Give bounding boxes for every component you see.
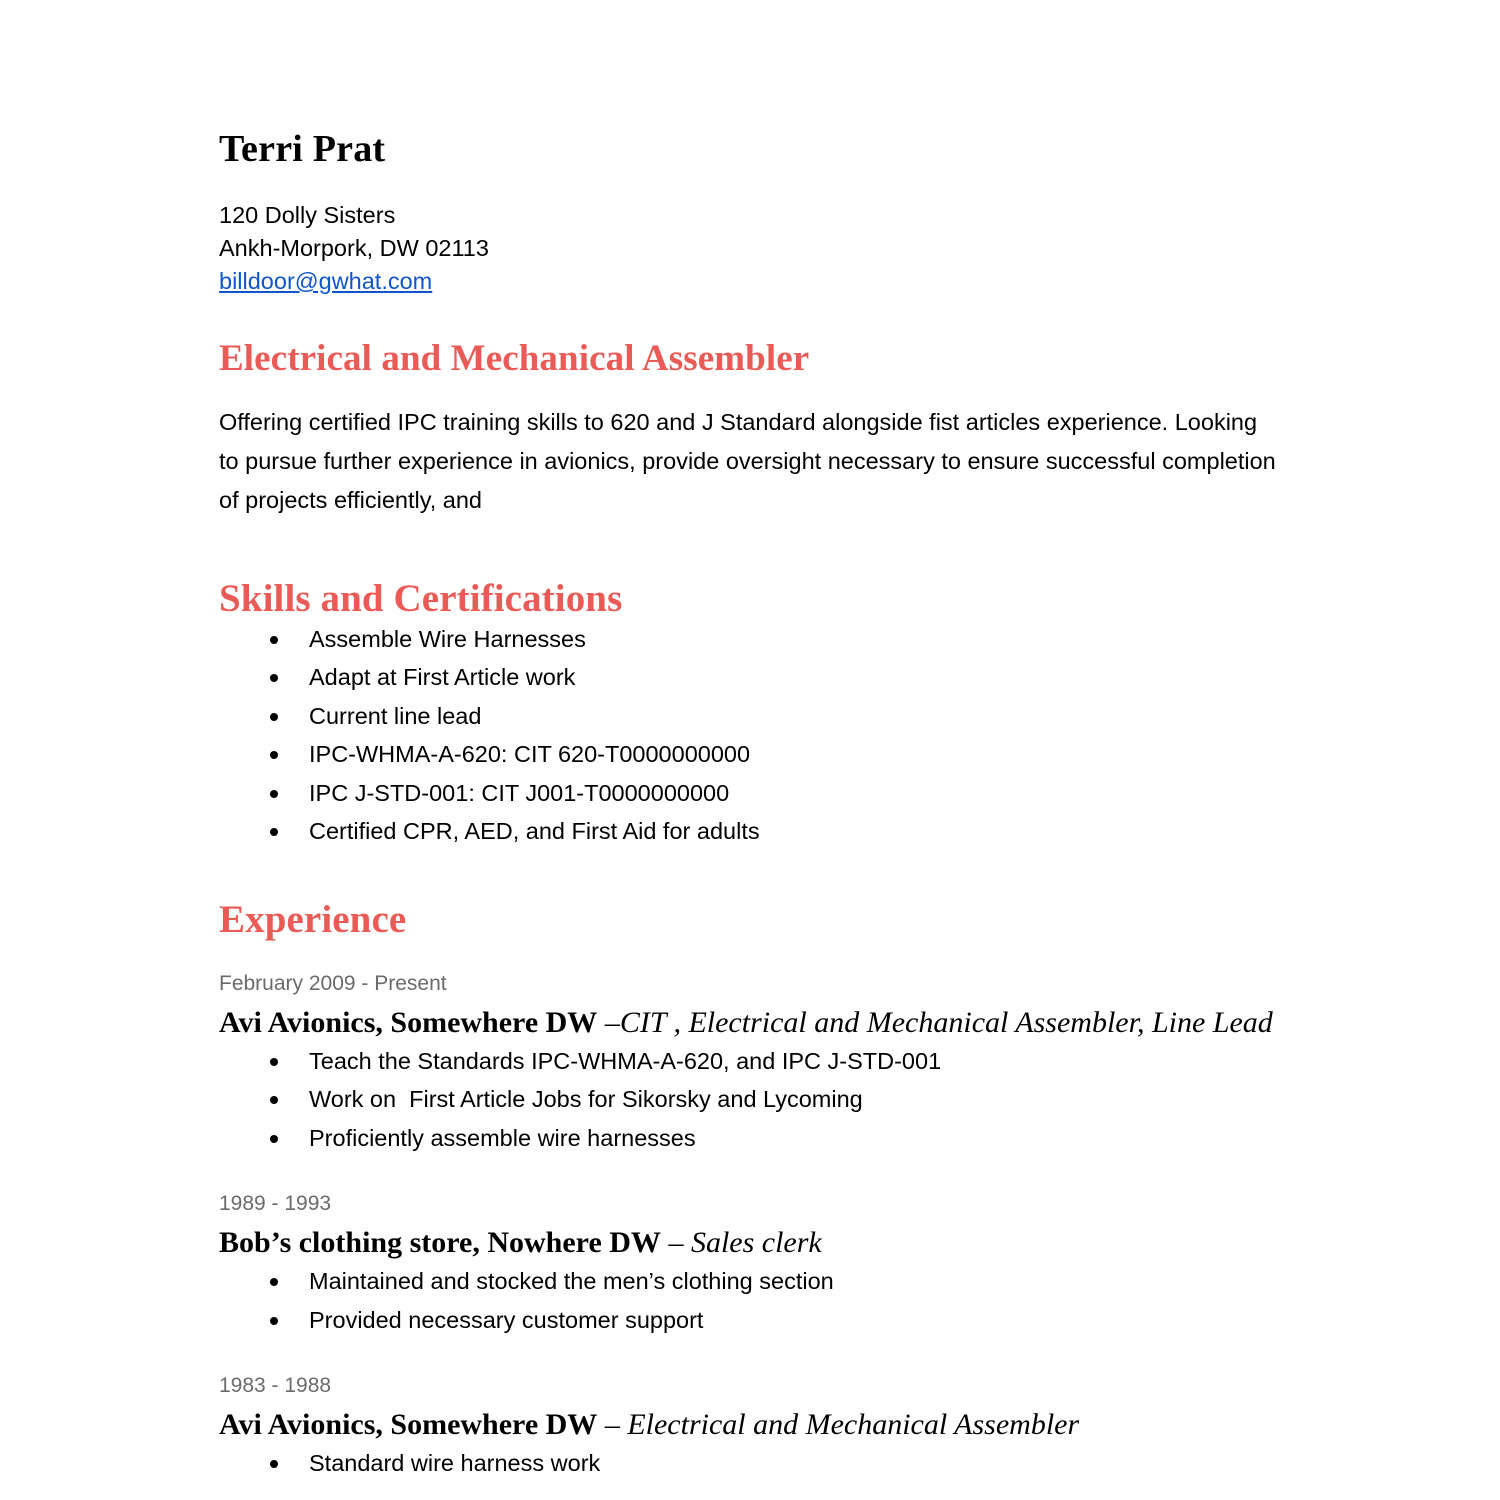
list-item: Standard wire harness work bbox=[219, 1444, 1279, 1483]
list-item: IPC J-STD-001: CIT J001-T0000000000 bbox=[219, 774, 1279, 813]
job-role: – Electrical and Mechanical Assembler bbox=[597, 1408, 1080, 1442]
job-dates: 1983 - 1988 bbox=[219, 1374, 332, 1398]
headline-title: Electrical and Mechanical Assembler bbox=[219, 338, 810, 379]
job-dates: 1989 - 1993 bbox=[219, 1192, 332, 1216]
skills-list: Assemble Wire Harnesses Adapt at First Ar… bbox=[219, 620, 1279, 851]
summary-paragraph: Offering certified IPC training skills t… bbox=[219, 408, 1276, 513]
job-employer: Avi Avionics, Somewhere DW bbox=[219, 1005, 598, 1039]
page-title: Terri Prat bbox=[219, 128, 386, 170]
job-bullets-list: Teach the Standards IPC-WHMA-A-620, and … bbox=[219, 1042, 1279, 1158]
list-item: Assemble Wire Harnesses bbox=[219, 620, 1279, 659]
experience-entry: 1989 - 1993 Bob’s clothing store, Nowhere… bbox=[219, 1157, 1279, 1339]
job-title-line: Avi Avionics, Somewhere DW –CIT , Electr… bbox=[219, 998, 1279, 1042]
job-bullets-list: Maintained and stocked the men’s clothin… bbox=[219, 1262, 1279, 1339]
list-item: Provided necessary customer support bbox=[219, 1301, 1279, 1340]
email-link[interactable]: billdoor@gwhat.com bbox=[219, 268, 432, 294]
job-role: – Sales clerk bbox=[660, 1226, 822, 1260]
resume-content-column: Terri Prat 120 Dolly Sisters Ankh-Morpor… bbox=[219, 0, 1279, 1483]
list-item: Maintained and stocked the men’s clothin… bbox=[219, 1262, 1279, 1301]
job-bullets-list: Standard wire harness work bbox=[219, 1444, 1279, 1483]
contact-block: 120 Dolly Sisters Ankh-Morpork, DW 02113… bbox=[219, 199, 1279, 298]
section-heading-skills: Skills and Certifications bbox=[219, 576, 623, 620]
job-employer: Bob’s clothing store, Nowhere DW bbox=[219, 1226, 661, 1260]
job-title-line: Bob’s clothing store, Nowhere DW – Sales… bbox=[219, 1218, 1279, 1262]
experience-entries: February 2009 - Present Avi Avionics, Som… bbox=[219, 941, 1279, 1483]
list-item: IPC-WHMA-A-620: CIT 620-T0000000000 bbox=[219, 735, 1279, 774]
list-item: Certified CPR, AED, and First Aid for ad… bbox=[219, 812, 1279, 851]
resume-page: Terri Prat 120 Dolly Sisters Ankh-Morpor… bbox=[0, 0, 1500, 1500]
job-role: –CIT , Electrical and Mechanical Assembl… bbox=[597, 1005, 1273, 1039]
address-line-1: 120 Dolly Sisters bbox=[219, 202, 396, 228]
experience-entry: 1983 - 1988 Avi Avionics, Somewhere DW – … bbox=[219, 1339, 1279, 1483]
job-title-line: Avi Avionics, Somewhere DW – Electrical … bbox=[219, 1400, 1279, 1444]
list-item: Work on First Article Jobs for Sikorsky … bbox=[219, 1080, 1279, 1119]
section-heading-experience: Experience bbox=[219, 897, 407, 941]
list-item: Teach the Standards IPC-WHMA-A-620, and … bbox=[219, 1042, 1279, 1081]
job-employer: Avi Avionics, Somewhere DW bbox=[219, 1408, 598, 1442]
address-line-2: Ankh-Morpork, DW 02113 bbox=[219, 235, 489, 261]
list-item: Current line lead bbox=[219, 697, 1279, 736]
list-item: Adapt at First Article work bbox=[219, 658, 1279, 697]
list-item: Proficiently assemble wire harnesses bbox=[219, 1119, 1279, 1158]
job-dates: February 2009 - Present bbox=[219, 971, 447, 995]
experience-entry: February 2009 - Present Avi Avionics, Som… bbox=[219, 941, 1279, 1158]
